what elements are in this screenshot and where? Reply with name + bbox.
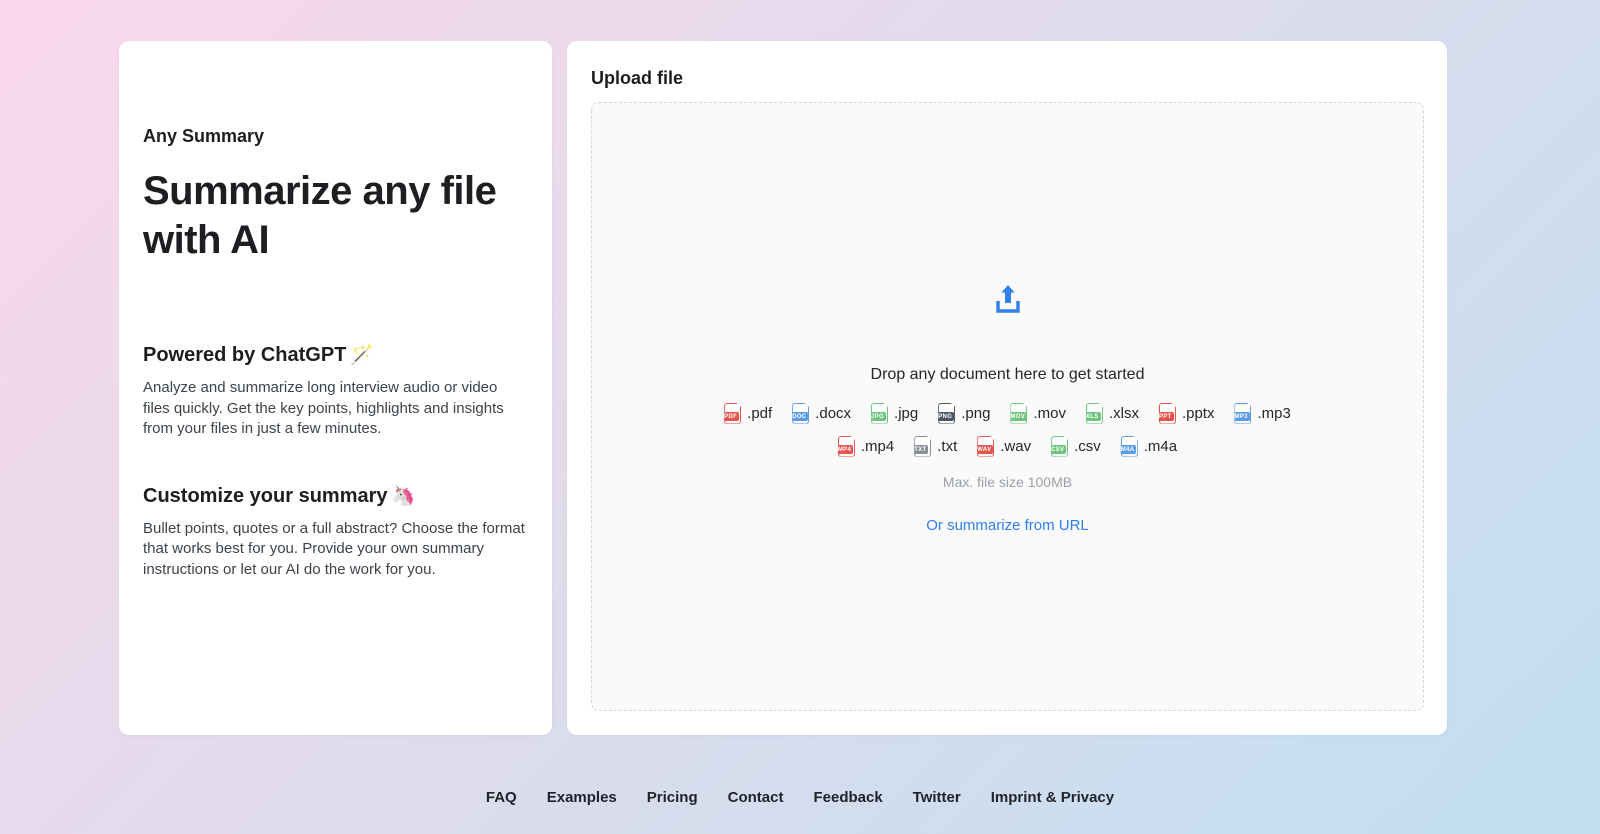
txt-badge: TXT [914,444,929,454]
file-type-m4a: M4A .m4a [1120,435,1178,457]
file-type-label: .docx [815,404,852,422]
file-type-label: .pdf [747,404,773,422]
file-type-mp4: MP4 .mp4 [837,435,895,457]
section-title: Customize your summary 🦄 [143,484,528,508]
mp4-file-icon: MP4 [837,435,855,457]
file-type-label: .mp3 [1257,404,1291,422]
file-type-list: PDF .pdf DOC .docx JPG .jpg PNG .png MOV… [724,402,1291,457]
xlsx-badge: XLS [1085,411,1101,421]
file-type-row-1: PDF .pdf DOC .docx JPG .jpg PNG .png MOV… [724,402,1291,424]
xlsx-file-icon: XLS [1085,402,1103,424]
m4a-badge: M4A [1120,444,1137,454]
png-file-icon: PNG [938,402,956,424]
m4a-file-icon: M4A [1120,435,1138,457]
file-type-mp3: MP3 .mp3 [1234,402,1291,424]
file-type-label: .mov [1033,404,1066,422]
footer-nav: FAQ Examples Pricing Contact Feedback Tw… [0,789,1600,806]
section-title-text: Powered by ChatGPT [143,344,347,366]
csv-badge: CSV [1051,444,1067,454]
file-type-csv: CSV .csv [1051,435,1101,457]
footer-link-pricing[interactable]: Pricing [647,789,698,806]
mov-badge: MOV [1010,411,1028,421]
mp3-badge: MP3 [1234,411,1250,421]
footer-link-imprint-privacy[interactable]: Imprint & Privacy [991,789,1114,806]
footer-link-feedback[interactable]: Feedback [813,789,882,806]
jpg-badge: JPG [871,411,886,421]
file-type-label: .jpg [894,404,919,422]
jpg-file-icon: JPG [871,402,889,424]
section-body: Analyze and summarize long interview aud… [143,379,504,437]
drop-instruction: Drop any document here to get started [870,365,1145,383]
section-customize-summary: Customize your summary 🦄 Bullet points, q… [143,484,528,581]
section-powered-by-chatgpt: Powered by ChatGPT 🪄 Analyze and summariz… [143,343,528,440]
section-title-text: Customize your summary [143,484,388,507]
png-badge: PNG [938,411,955,421]
footer-link-examples[interactable]: Examples [547,789,617,806]
summarize-from-url-link[interactable]: Or summarize from URL [926,517,1089,534]
file-type-wav: WAV .wav [977,435,1032,457]
mp3-file-icon: MP3 [1234,402,1252,424]
file-type-label: .pptx [1181,404,1215,422]
file-type-txt: TXT .txt [914,435,958,457]
wav-file-icon: WAV [977,435,995,457]
mov-file-icon: MOV [1010,402,1028,424]
pptx-badge: PPT [1158,411,1174,421]
main-content: Any Summary Summarize any file with AI P… [0,0,1600,735]
file-type-row-2: MP4 .mp4 TXT .txt WAV .wav CSV .csv M4A … [724,435,1291,457]
file-type-pptx: PPT .pptx [1158,402,1215,424]
page-headline: Summarize any file with AI [143,169,497,262]
pdf-badge: PDF [724,411,740,421]
pdf-file-icon: PDF [724,402,742,424]
file-dropzone[interactable]: Drop any document here to get started PD… [591,102,1424,711]
section-title: Powered by ChatGPT 🪄 [143,343,528,367]
docx-badge: DOC [792,411,809,421]
upload-title: Upload file [591,68,684,88]
file-type-label: .m4a [1143,437,1178,455]
intro-card: Any Summary Summarize any file with AI P… [119,41,552,735]
footer-link-contact[interactable]: Contact [728,789,784,806]
unicorn-emoji: 🦄 [391,485,416,507]
file-type-label: .xlsx [1108,404,1139,422]
brand-title: Any Summary [143,126,265,146]
pptx-file-icon: PPT [1158,402,1176,424]
file-type-label: .wav [1000,437,1032,455]
upload-icon [988,280,1028,320]
file-type-xlsx: XLS .xlsx [1085,402,1139,424]
footer-link-twitter[interactable]: Twitter [913,789,961,806]
csv-file-icon: CSV [1051,435,1069,457]
file-type-label: .png [961,404,991,422]
file-type-docx: DOC .docx [792,402,852,424]
file-type-pdf: PDF .pdf [724,402,773,424]
max-file-size-note: Max. file size 100MB [942,473,1073,490]
section-body: Bullet points, quotes or a full abstract… [143,519,525,578]
file-type-label: .mp4 [860,437,895,455]
file-type-mov: MOV .mov [1010,402,1066,424]
footer-link-faq[interactable]: FAQ [486,789,517,806]
file-type-jpg: JPG .jpg [871,402,919,424]
docx-file-icon: DOC [792,402,810,424]
upload-card: Upload file Drop any document here to ge… [567,41,1447,735]
mp4-badge: MP4 [837,444,854,454]
wav-badge: WAV [977,444,994,454]
magic-wand-emoji: 🪄 [350,345,375,366]
file-type-png: PNG .png [938,402,991,424]
file-type-label: .txt [937,437,958,455]
txt-file-icon: TXT [914,435,932,457]
file-type-label: .csv [1074,437,1101,455]
